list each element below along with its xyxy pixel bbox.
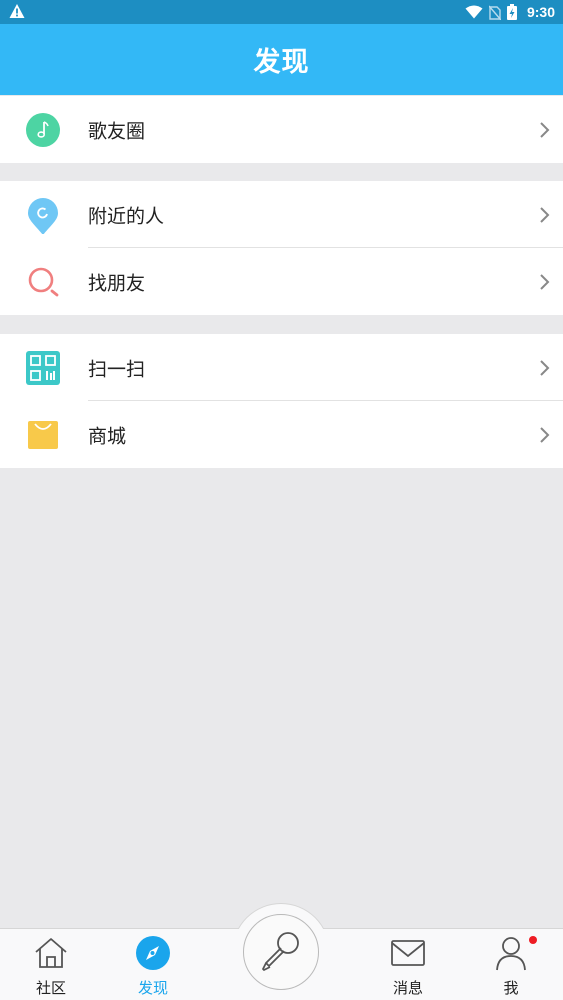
chevron-right-icon xyxy=(540,206,550,223)
section-tools: 扫一扫 商城 xyxy=(0,334,563,468)
menu-item-nearby-people[interactable]: 附近的人 xyxy=(0,181,563,248)
compass-icon xyxy=(136,936,170,970)
person-icon xyxy=(496,937,526,971)
section-moments: 歌友圈 xyxy=(0,96,563,163)
tab-label: 发现 xyxy=(137,979,168,997)
chevron-right-icon xyxy=(540,359,550,376)
top-app-bar: 发现 xyxy=(0,24,563,95)
chevron-right-icon xyxy=(540,426,550,443)
microphone-icon xyxy=(262,932,299,971)
mail-icon xyxy=(391,940,425,966)
tab-label: 社区 xyxy=(35,979,66,997)
menu-item-label: 商城 xyxy=(88,425,127,447)
section-social: 附近的人 找朋友 xyxy=(0,181,563,315)
tab-discover[interactable]: 发现 xyxy=(113,929,193,1000)
menu-item-label: 扫一扫 xyxy=(88,358,146,380)
menu-item-label: 附近的人 xyxy=(88,205,165,227)
status-bar: 9:30 xyxy=(0,0,563,24)
menu-item-mall[interactable]: 商城 xyxy=(0,401,563,468)
record-button[interactable] xyxy=(243,914,319,990)
status-time: 9:30 xyxy=(526,4,555,20)
chevron-right-icon xyxy=(540,273,550,290)
menu-item-label: 歌友圈 xyxy=(88,120,146,142)
warning-icon xyxy=(9,4,25,18)
home-icon xyxy=(35,938,67,968)
menu-item-label: 找朋友 xyxy=(88,272,146,294)
shopping-bag-icon xyxy=(28,420,58,449)
chevron-right-icon xyxy=(540,121,550,138)
menu-item-find-friends[interactable]: 找朋友 xyxy=(0,248,563,315)
location-pin-icon xyxy=(28,197,58,234)
tab-community[interactable]: 社区 xyxy=(11,929,91,1000)
battery-charging-icon xyxy=(506,4,517,20)
page-title: 发现 xyxy=(253,47,310,78)
tab-label: 我 xyxy=(503,979,519,997)
tab-label: 消息 xyxy=(392,979,423,997)
no-sim-icon xyxy=(488,5,501,20)
menu-item-scan[interactable]: 扫一扫 xyxy=(0,334,563,401)
menu-item-moments[interactable]: 歌友圈 xyxy=(0,96,563,163)
wifi-icon xyxy=(465,5,483,19)
tab-messages[interactable]: 消息 xyxy=(368,929,448,1000)
tab-me[interactable]: 我 xyxy=(471,929,551,1000)
notification-badge xyxy=(529,936,537,944)
music-note-icon xyxy=(26,112,60,147)
search-icon xyxy=(28,267,59,296)
qr-code-icon xyxy=(26,350,60,385)
